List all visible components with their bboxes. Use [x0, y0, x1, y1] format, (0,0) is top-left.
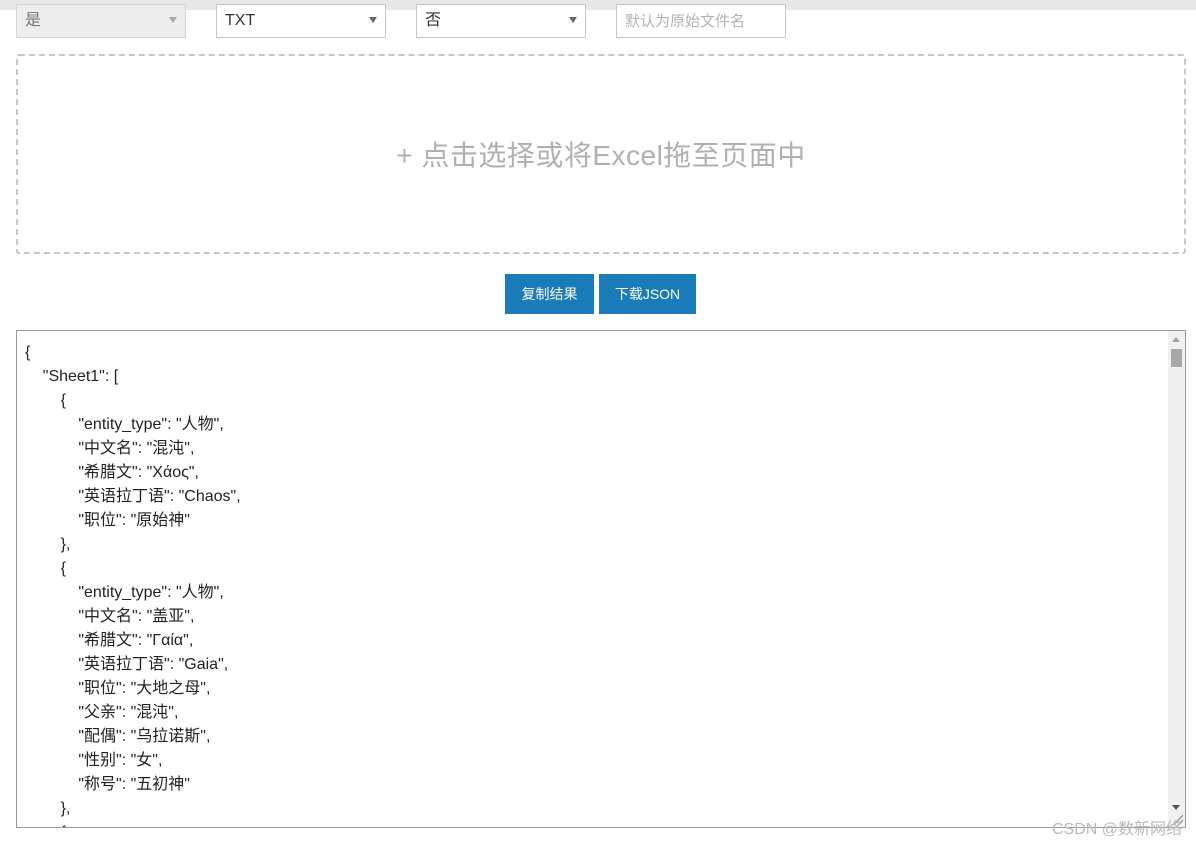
- json-output-textarea[interactable]: { "Sheet1": [ { "entity_type": "人物", "中文…: [16, 330, 1186, 828]
- download-json-button[interactable]: 下载JSON: [599, 274, 696, 314]
- code-line: "Sheet1": [: [25, 368, 119, 385]
- option-select-3-value: 否: [425, 12, 442, 29]
- code-line: "英语拉丁语": "Gaia",: [25, 656, 229, 673]
- code-line: "希腊文": "Γαία",: [25, 632, 194, 649]
- chevron-down-icon: [369, 17, 377, 23]
- scroll-up-arrow-icon[interactable]: [1168, 331, 1185, 348]
- option-select-1[interactable]: 是: [16, 4, 186, 38]
- code-line: "中文名": "混沌",: [25, 440, 195, 457]
- code-line: "entity_type": "人物",: [25, 416, 224, 433]
- code-line: },: [25, 536, 71, 553]
- filename-input[interactable]: [616, 4, 786, 38]
- code-line: },: [25, 800, 71, 817]
- watermark: CSDN @数新网络: [1051, 821, 1182, 838]
- code-line: {: [25, 821, 241, 827]
- code-line: "父亲": "混沌",: [25, 704, 179, 721]
- scroll-down-arrow-icon[interactable]: [1168, 799, 1185, 816]
- format-select[interactable]: TXT: [216, 4, 386, 38]
- code-line: {: [25, 344, 31, 361]
- excel-dropzone[interactable]: + 点击选择或将Excel拖至页面中: [16, 54, 1186, 254]
- chevron-down-icon: [569, 17, 577, 23]
- code-line: "称号": "五初神": [25, 776, 190, 793]
- code-line: "职位": "大地之母",: [25, 680, 211, 697]
- code-line: "职位": "原始神": [25, 512, 190, 529]
- json-output-text: { "Sheet1": [ { "entity_type": "人物", "中文…: [25, 341, 241, 827]
- code-line: "性别": "女",: [25, 752, 163, 769]
- code-line: "中文名": "盖亚",: [25, 608, 195, 625]
- dropzone-label: + 点击选择或将Excel拖至页面中: [396, 140, 806, 171]
- chevron-down-icon: [169, 17, 177, 23]
- code-line: "英语拉丁语": "Chaos",: [25, 488, 241, 505]
- code-line: {: [25, 392, 66, 409]
- format-select-value: TXT: [225, 12, 256, 29]
- option-select-1-value: 是: [25, 12, 42, 29]
- code-line: "希腊文": "Χάος",: [25, 464, 199, 481]
- scrollbar-thumb[interactable]: [1171, 349, 1182, 367]
- option-select-3[interactable]: 否: [416, 4, 586, 38]
- vertical-scrollbar[interactable]: [1168, 331, 1185, 827]
- copy-result-button[interactable]: 复制结果: [505, 274, 594, 314]
- code-line: {: [25, 560, 66, 577]
- code-line: "配偶": "乌拉诺斯",: [25, 728, 211, 745]
- code-line: "entity_type": "人物",: [25, 584, 224, 601]
